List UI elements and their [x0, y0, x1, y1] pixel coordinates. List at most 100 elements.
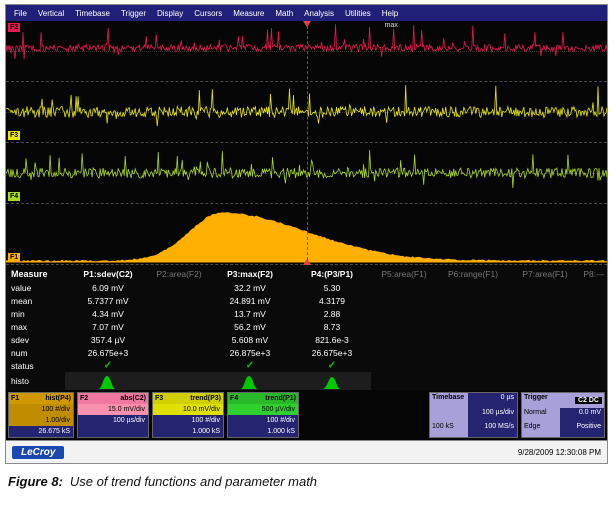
trace-label-f4[interactable]: F4 [8, 192, 20, 201]
descriptor-spacer [302, 392, 426, 438]
descriptor-f4-id: F4 [230, 394, 238, 403]
menu-vertical[interactable]: Vertical [38, 9, 64, 18]
descriptor-f3-line2: 100 #/div [153, 415, 223, 426]
menu-timebase[interactable]: Timebase [75, 9, 110, 18]
measure-title: Measure [11, 269, 65, 279]
p4-histicon [293, 372, 371, 390]
trigger-label: Trigger [522, 393, 560, 408]
timebase-per-div: 100 µs/div [468, 408, 517, 423]
descriptor-f1-id: F1 [11, 394, 19, 403]
trigger-source-badge: C2 DC [575, 397, 602, 404]
status-bar: LeCroy 9/28/2009 12:30:08 PM [6, 440, 607, 463]
timestamp: 9/28/2009 12:30:08 PM [518, 448, 601, 457]
p3-max: 56.2 mV [207, 322, 293, 332]
trigger-slope: Positive [560, 422, 604, 437]
measure-row-mean: mean 5.7377 mV 24.891 mV 4.3179 [11, 294, 607, 307]
trace-label-f3[interactable]: F3 [8, 131, 20, 140]
p1-status-ok-icon: ✓ [65, 360, 151, 371]
trace-label-f2[interactable]: F2 [8, 23, 20, 32]
row-label: max [11, 322, 65, 332]
measure-row-num: num 26.675e+3 26.875e+3 26.675e+3 [11, 346, 607, 359]
p1-value: 6.09 mV [65, 283, 151, 293]
p3-value: 32.2 mV [207, 283, 293, 293]
histogram-bump-icon [228, 375, 272, 390]
p1-min: 4.34 mV [65, 309, 151, 319]
measure-table: Measure P1:sdev(C2) P2:area(F2) P3:max(F… [6, 265, 607, 390]
p4-value: 5.30 [293, 283, 371, 293]
lecroy-logo: LeCroy [12, 446, 64, 459]
menu-display[interactable]: Display [157, 9, 183, 18]
p3-num: 26.875e+3 [207, 348, 293, 358]
p1-max: 7.07 mV [65, 322, 151, 332]
param-header-p3[interactable]: P3:max(F2) [207, 269, 293, 279]
param-header-p1[interactable]: P1:sdev(C2) [65, 269, 151, 279]
menu-measure[interactable]: Measure [233, 9, 264, 18]
descriptor-f3-line1: 10.0 mV/div [153, 404, 223, 415]
timebase-blank [430, 408, 468, 423]
param-header-p2[interactable]: P2:area(F2) [151, 269, 207, 279]
trigger-time-marker-bottom-icon[interactable] [303, 259, 311, 265]
param-header-p5[interactable]: P5:area(F1) [371, 269, 437, 279]
menu-utilities[interactable]: Utilities [345, 9, 371, 18]
descriptor-f3-title: trend(P3) [190, 394, 221, 403]
timebase-box[interactable]: Timebase 0 µs 100 µs/div 100 kS 100 MS/s [429, 392, 518, 438]
menu-bar: File Vertical Timebase Trigger Display C… [6, 5, 607, 21]
trigger-box[interactable]: Trigger C2 DC Normal 0.0 mV Edge Positiv… [521, 392, 605, 438]
trigger-type: Edge [522, 422, 560, 437]
descriptor-f3-line3: 1.000 kS [153, 426, 223, 437]
measure-row-min: min 4.34 mV 13.7 mV 2.88 [11, 307, 607, 320]
histogram-bump-icon [310, 375, 354, 390]
trigger-position-line [307, 21, 308, 265]
param-header-p4[interactable]: P4:(P3/P1) [293, 269, 371, 279]
measure-row-status: status ✓ ✓ ✓ [11, 359, 607, 372]
trigger-time-marker-icon[interactable] [303, 21, 311, 27]
timebase-delay: 0 µs [468, 393, 517, 408]
descriptor-f4-line1: 500 µV/div [228, 404, 298, 415]
descriptor-f2-id: F2 [80, 394, 88, 403]
row-label: status [11, 361, 65, 371]
row-label: value [11, 283, 65, 293]
param-header-p6[interactable]: P6:range(F1) [437, 269, 509, 279]
menu-trigger[interactable]: Trigger [121, 9, 146, 18]
measure-row-value: value 6.09 mV 32.2 mV 5.30 [11, 281, 607, 294]
descriptor-row: F1 hist(P4) 100 #/div 1.00/div 26.675 kS… [6, 390, 607, 440]
p3-mean: 24.891 mV [207, 296, 293, 306]
histogram-bump-icon [86, 375, 130, 390]
row-label: mean [11, 296, 65, 306]
p1-sdev: 357.4 µV [65, 335, 151, 345]
descriptor-f4-title: trend(P1) [265, 394, 296, 403]
timebase-rate: 100 MS/s [468, 422, 517, 437]
descriptor-f1-line2: 1.00/div [9, 415, 73, 426]
menu-math[interactable]: Math [275, 9, 293, 18]
menu-file[interactable]: File [14, 9, 27, 18]
descriptor-f1[interactable]: F1 hist(P4) 100 #/div 1.00/div 26.675 kS [8, 392, 74, 438]
figure-caption: Figure 8:Use of trend functions and para… [8, 474, 317, 489]
descriptor-f4[interactable]: F4 trend(P1) 500 µV/div 100 #/div 1.000 … [227, 392, 299, 438]
trigger-level: 0.0 mV [560, 408, 604, 423]
descriptor-f3[interactable]: F3 trend(P3) 10.0 mV/div 100 #/div 1.000… [152, 392, 224, 438]
p2-histicon [151, 372, 207, 390]
param-header-p8[interactable]: P8:--- [581, 269, 607, 279]
p4-status-ok-icon: ✓ [293, 360, 371, 371]
menu-analysis[interactable]: Analysis [304, 9, 334, 18]
descriptor-f2-line3 [78, 426, 148, 437]
descriptor-f1-line1: 100 #/div [9, 404, 73, 415]
p1-mean: 5.7377 mV [65, 296, 151, 306]
p3-histicon [207, 372, 293, 390]
descriptor-f2[interactable]: F2 abs(C2) 15.0 mV/div 100 µs/div [77, 392, 149, 438]
timebase-samples: 100 kS [430, 422, 468, 437]
p4-max: 8.73 [293, 322, 371, 332]
row-label: num [11, 348, 65, 358]
p3-sdev: 5.608 mV [207, 335, 293, 345]
trace-label-f1[interactable]: F1 [8, 253, 20, 262]
oscilloscope-window: File Vertical Timebase Trigger Display C… [5, 4, 608, 464]
descriptor-f1-line3: 26.675 kS [9, 426, 73, 437]
p1-num: 26.675e+3 [65, 348, 151, 358]
descriptor-f2-line1: 15.0 mV/div [78, 404, 148, 415]
figure-number: Figure 8: [8, 474, 63, 489]
menu-help[interactable]: Help [382, 9, 398, 18]
descriptor-f2-line2: 100 µs/div [78, 415, 148, 426]
descriptor-f4-line2: 100 #/div [228, 415, 298, 426]
param-header-p7[interactable]: P7:area(F1) [509, 269, 581, 279]
menu-cursors[interactable]: Cursors [194, 9, 222, 18]
